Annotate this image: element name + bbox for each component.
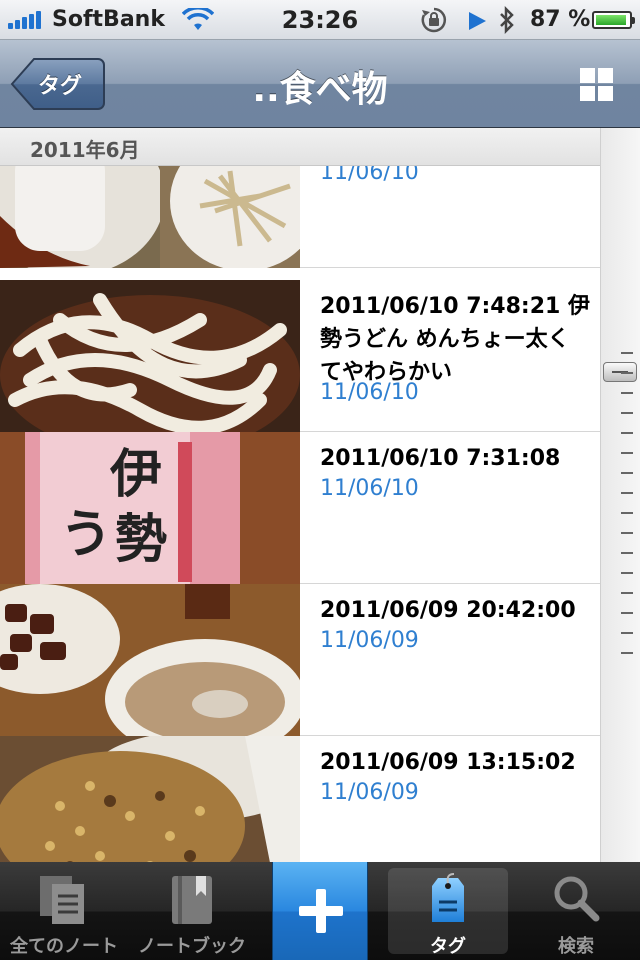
scroll-index-tick bbox=[621, 572, 633, 574]
tab-label: 全てのノート bbox=[10, 936, 118, 957]
tag-icon bbox=[432, 873, 464, 922]
scroll-index-tick bbox=[621, 492, 633, 494]
note-title: 2011/06/10 7:48:21 伊勢うどん めんちょー太くてやわらかい bbox=[320, 294, 590, 385]
note-list[interactable]: 11/06/10 2011年6月 2011/06/10 7:48:21 伊勢うど… bbox=[0, 128, 600, 862]
rotation-lock-icon bbox=[421, 7, 447, 33]
list-item[interactable]: 2011/06/10 7:48:21 伊勢うどん めんちょー太くてやわらかい 1… bbox=[0, 280, 600, 432]
svg-text:勢: 勢 bbox=[115, 510, 167, 570]
page-title: ..食べ物 bbox=[252, 69, 388, 110]
note-title: 2011/06/09 20:42:00 bbox=[320, 598, 576, 623]
note-title: 2011/06/09 13:15:02 bbox=[320, 750, 576, 775]
scroll-index-tick bbox=[621, 652, 633, 654]
battery-percent: 87 % bbox=[530, 7, 591, 32]
scroll-index-tick bbox=[621, 612, 633, 614]
scroll-index-tick bbox=[621, 472, 633, 474]
scroll-index-tick bbox=[621, 452, 633, 454]
tab-bar: 全てのノート ノートブック タグ 検索 bbox=[0, 862, 640, 960]
back-button-label: タグ bbox=[38, 74, 83, 99]
tab-label: タグ bbox=[430, 936, 466, 957]
scroll-index-tick bbox=[621, 392, 633, 394]
note-date: 11/06/10 bbox=[320, 380, 419, 405]
scroll-index-tick bbox=[621, 512, 633, 514]
scroll-index-tick bbox=[621, 412, 633, 414]
section-header: 2011年6月 bbox=[0, 128, 600, 166]
bluetooth-icon bbox=[500, 6, 514, 34]
all-notes-icon bbox=[40, 876, 84, 924]
tab-all-notes[interactable]: 全てのノート bbox=[0, 862, 128, 960]
scroll-index-tick bbox=[621, 632, 633, 634]
search-icon bbox=[554, 876, 600, 922]
navigation-bar: タグ ..食べ物 bbox=[0, 40, 640, 128]
svg-text:伊: 伊 bbox=[109, 445, 162, 505]
location-icon bbox=[469, 12, 486, 30]
scroll-index-tick bbox=[621, 592, 633, 594]
battery-icon bbox=[592, 11, 635, 29]
list-item[interactable]: 2011/06/09 13:15:02 11/06/09 bbox=[0, 736, 600, 862]
scroll-index-tick bbox=[621, 432, 633, 434]
tab-notebooks[interactable]: ノートブック bbox=[128, 862, 256, 960]
section-label: 2011年6月 bbox=[30, 138, 140, 162]
note-date: 11/06/09 bbox=[320, 780, 419, 805]
tab-label: ノートブック bbox=[138, 936, 246, 957]
notebook-icon bbox=[172, 876, 212, 924]
status-bar: SoftBank 23:26 87 % bbox=[0, 0, 640, 40]
scroll-index-tick bbox=[621, 372, 633, 374]
note-date: 11/06/10 bbox=[320, 476, 419, 501]
scroll-index-bar[interactable] bbox=[600, 128, 640, 862]
add-note-button[interactable] bbox=[272, 862, 368, 960]
svg-text:う: う bbox=[60, 505, 112, 565]
tab-search[interactable]: 検索 bbox=[512, 862, 640, 960]
scroll-index-tick bbox=[621, 352, 633, 354]
note-thumbnail-meat-and-soup bbox=[0, 584, 300, 736]
scroll-index-tick bbox=[621, 532, 633, 534]
tab-tags[interactable]: タグ bbox=[384, 862, 512, 960]
note-date: 11/06/09 bbox=[320, 628, 419, 653]
note-thumbnail-fried-rice bbox=[0, 736, 300, 862]
tab-label: 検索 bbox=[558, 936, 594, 957]
grid-icon[interactable] bbox=[580, 68, 614, 102]
back-button[interactable]: タグ bbox=[10, 56, 106, 112]
list-item[interactable]: 2011/06/09 20:42:00 11/06/09 bbox=[0, 584, 600, 736]
list-item[interactable]: 伊 う 勢 2011/06/10 7:31:08 11/06/10 bbox=[0, 432, 600, 584]
scroll-index-tick bbox=[621, 552, 633, 554]
note-thumbnail-udon-package: 伊 う 勢 bbox=[0, 432, 300, 584]
note-title: 2011/06/10 7:31:08 bbox=[320, 446, 561, 471]
note-thumbnail-udon bbox=[0, 280, 300, 432]
